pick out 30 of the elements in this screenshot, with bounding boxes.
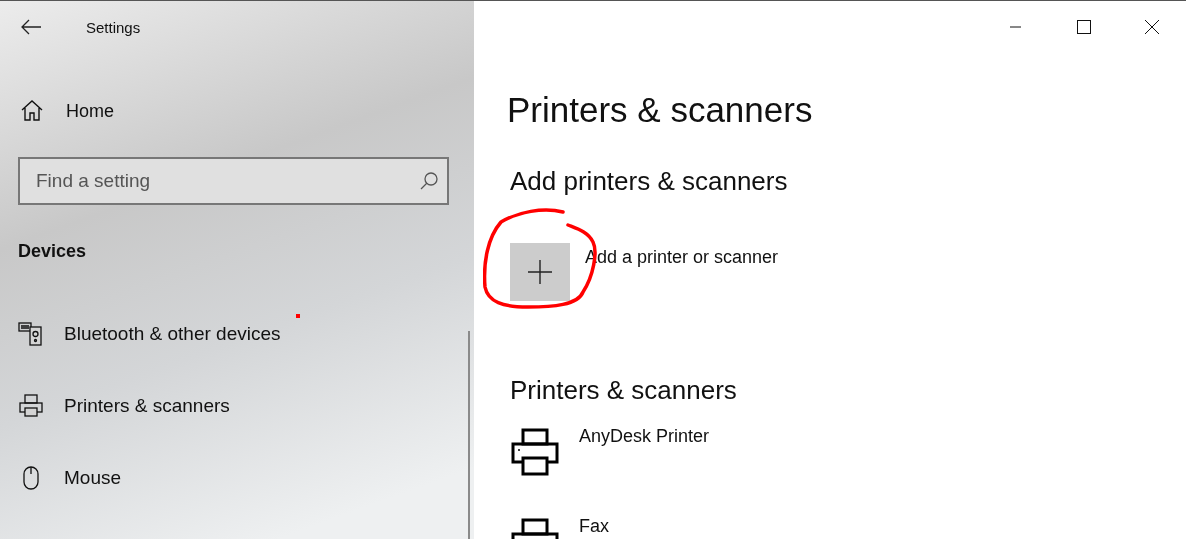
section-heading: Add printers & scanners (510, 166, 789, 197)
back-button[interactable] (20, 19, 42, 35)
section-heading: Devices (18, 241, 88, 262)
sidebar-item-label: Bluetooth & other devices (64, 323, 281, 345)
printer-icon (18, 393, 44, 419)
sidebar-item[interactable]: Bluetooth & other devices (0, 314, 474, 354)
printer-name: AnyDesk Printer (579, 426, 710, 447)
sidebar-item-label: Mouse (64, 467, 122, 489)
search-icon (419, 171, 439, 191)
home-label: Home (66, 100, 114, 122)
add-button[interactable] (510, 243, 570, 301)
home-nav-item[interactable]: Home (0, 91, 474, 131)
sidebar-item-label: Printers & scanners (64, 395, 230, 417)
close-icon (1145, 20, 1159, 34)
printer-item[interactable]: AnyDesk Printer (511, 428, 1186, 496)
window-title: Settings (86, 18, 141, 36)
page-title: Printers & scanners (507, 90, 814, 130)
printer-item[interactable]: Fax (511, 518, 1186, 539)
sidebar-item[interactable]: Printers & scanners (0, 386, 474, 426)
keyboard-speaker-icon (18, 321, 44, 347)
maximize-icon (1077, 20, 1091, 34)
printer-icon (511, 428, 561, 478)
home-icon (20, 99, 44, 123)
sidebar-item[interactable]: Mouse (0, 458, 474, 498)
back-arrow-icon (20, 19, 42, 35)
scrollbar[interactable] (468, 331, 470, 539)
printer-name: Fax (579, 516, 609, 537)
plus-icon (527, 259, 553, 285)
section-heading: Printers & scanners (510, 375, 738, 406)
search-field[interactable]: Find a setting (18, 157, 449, 205)
